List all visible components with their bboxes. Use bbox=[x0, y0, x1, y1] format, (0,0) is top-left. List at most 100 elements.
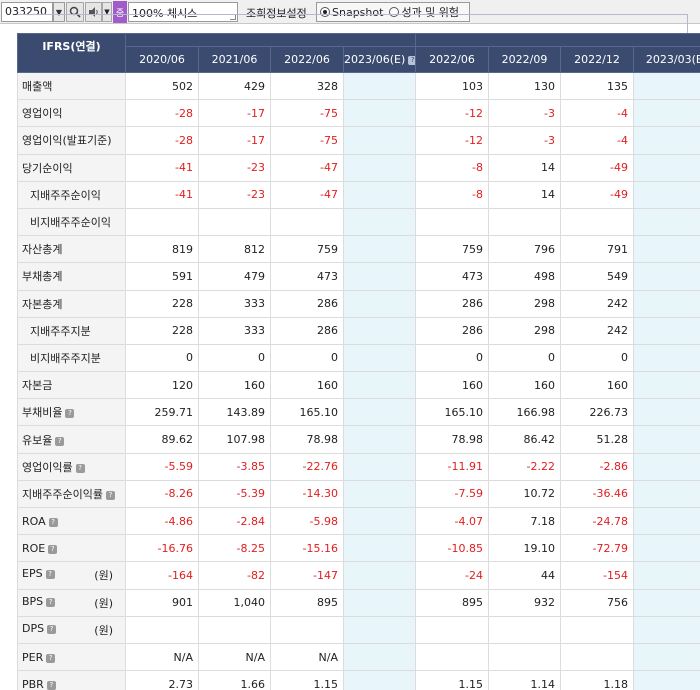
table-cell: 895 bbox=[270, 588, 344, 617]
row-label-text: 자본금 bbox=[22, 379, 53, 393]
table-cell: -17 bbox=[198, 126, 271, 155]
table-cell bbox=[415, 615, 489, 644]
help-icon[interactable]: ? bbox=[45, 570, 55, 580]
radio-snapshot-label: Snapshot bbox=[332, 5, 384, 19]
row-label: 부채비율? bbox=[17, 398, 126, 427]
radio-performance-risk[interactable]: 성과 및 위험 bbox=[389, 4, 459, 20]
table-row: 부채총계 591 479 473 473 498 549 bbox=[17, 262, 700, 291]
row-label-text: 부채비율 bbox=[22, 406, 63, 420]
row-label-text: 영업이익 bbox=[22, 107, 63, 121]
help-icon[interactable]: ? bbox=[46, 597, 56, 607]
table-cell: 473 bbox=[270, 262, 344, 291]
help-icon[interactable]: ? bbox=[48, 517, 58, 527]
row-label: 자본총계 bbox=[17, 289, 126, 318]
row-label: 당기순이익 bbox=[17, 153, 126, 182]
sound-dropdown-button[interactable]: ▼ bbox=[102, 2, 112, 22]
table-cell: 791 bbox=[560, 235, 634, 264]
annual-group-header bbox=[125, 33, 416, 47]
table-cell bbox=[633, 126, 700, 155]
column-header-label: 2020/06 bbox=[139, 53, 185, 66]
sound-button[interactable] bbox=[85, 2, 102, 22]
table-cell: 2.73 bbox=[125, 670, 199, 690]
table-cell: 479 bbox=[198, 262, 271, 291]
help-icon[interactable]: ? bbox=[48, 544, 58, 554]
table-cell: -5.98 bbox=[270, 506, 344, 536]
table-cell bbox=[415, 642, 489, 672]
help-icon[interactable]: ? bbox=[46, 680, 56, 690]
table-cell: 242 bbox=[560, 289, 634, 318]
table-cell: -75 bbox=[270, 99, 344, 128]
table-cell: 166.98 bbox=[488, 398, 561, 427]
radio-snapshot[interactable]: Snapshot bbox=[320, 6, 383, 19]
table-cell: 7.18 bbox=[488, 506, 561, 536]
table-cell: 591 bbox=[125, 262, 199, 291]
table-cell bbox=[270, 207, 344, 237]
radio-performance-risk-label: 성과 및 위험 bbox=[401, 6, 460, 19]
row-label: 매출액 bbox=[17, 71, 126, 101]
table-cell bbox=[343, 506, 416, 536]
table-cell bbox=[343, 126, 416, 155]
column-header-label: 2022/12 bbox=[574, 53, 620, 66]
column-header: 2023/06(E)? bbox=[343, 46, 416, 73]
table-cell: -49 bbox=[560, 180, 634, 209]
column-header-label: 2021/06 bbox=[211, 53, 258, 66]
help-icon[interactable]: ? bbox=[46, 653, 56, 663]
help-icon[interactable]: ? bbox=[105, 490, 115, 500]
table-cell bbox=[343, 71, 416, 101]
table-cell: -23 bbox=[198, 153, 271, 182]
table-cell: 160 bbox=[488, 371, 561, 400]
table-cell: 333 bbox=[198, 316, 271, 345]
radio-unselected-icon bbox=[389, 7, 400, 17]
help-icon[interactable]: ? bbox=[55, 436, 65, 446]
table-cell: -4.07 bbox=[415, 506, 489, 536]
row-label: 비지배주주순이익 bbox=[17, 207, 126, 237]
table-cell: 328 bbox=[270, 71, 344, 101]
financial-summary-grid[interactable]: IFRS(연결) 2020/06 2021/06 2022/06 2023/06(E)… bbox=[17, 33, 700, 690]
table-row: 영업이익(발표기준) -28 -17 -75 -12 -3 -4 bbox=[17, 126, 700, 155]
table-cell: -17 bbox=[198, 99, 271, 128]
table-cell: 549 bbox=[560, 262, 634, 291]
table-cell: -72.79 bbox=[560, 534, 634, 563]
table-cell bbox=[633, 506, 700, 536]
table-cell bbox=[633, 71, 700, 101]
help-icon[interactable]: ? bbox=[408, 56, 415, 65]
table-cell bbox=[343, 235, 416, 264]
help-icon[interactable]: ? bbox=[65, 409, 75, 419]
table-cell bbox=[343, 452, 416, 481]
search-button[interactable] bbox=[66, 2, 84, 22]
table-cell bbox=[343, 534, 416, 563]
zoom-tag[interactable]: 줌 bbox=[113, 1, 127, 23]
row-label: EPS? (원) bbox=[17, 561, 126, 590]
settings-label[interactable]: 조회정보설정 bbox=[246, 5, 307, 21]
table-cell: 0 bbox=[415, 343, 489, 373]
table-cell bbox=[343, 479, 416, 509]
table-cell bbox=[633, 452, 700, 481]
table-row: 지배주주순이익률? -8.26 -5.39 -14.30 -7.59 10.72 -36.4… bbox=[17, 479, 700, 509]
stock-code-dropdown-button[interactable]: ▼ bbox=[53, 2, 65, 22]
table-cell: -47 bbox=[270, 153, 344, 182]
column-header: 2022/12 bbox=[560, 46, 634, 73]
table-cell: 44 bbox=[488, 561, 561, 590]
column-header-label: 2022/06 bbox=[284, 53, 330, 66]
table-row: EPS? (원) -164 -82 -147 -24 44 -154 bbox=[17, 561, 700, 590]
table-cell: -16.76 bbox=[125, 534, 199, 563]
table-cell: 160 bbox=[560, 371, 634, 400]
company-name-field[interactable]: 100% 체시스 bbox=[128, 2, 238, 22]
table-cell: 1.15 bbox=[270, 670, 344, 690]
row-label-text: 지배주주순이익 bbox=[30, 188, 101, 202]
table-cell bbox=[198, 615, 271, 644]
view-option-group: Snapshot 성과 및 위험 bbox=[316, 2, 470, 22]
help-icon[interactable]: ? bbox=[47, 624, 57, 634]
row-label-text: 비지배주주지분 bbox=[30, 351, 101, 365]
table-cell: -11.91 bbox=[415, 452, 489, 481]
table-cell: -49 bbox=[560, 153, 634, 182]
table-cell bbox=[633, 371, 700, 400]
help-icon[interactable]: ? bbox=[75, 463, 85, 473]
table-cell: 0 bbox=[198, 343, 271, 373]
toolbar: 033250 ▼ ▼ 줌 100% 체시스 조회정보설정 Snapshot 성과… bbox=[0, 0, 700, 24]
stock-code-input[interactable]: 033250 bbox=[1, 2, 53, 22]
column-header: 2021/06 bbox=[198, 46, 271, 73]
row-label: PER? bbox=[17, 642, 126, 672]
table-cell: -3.85 bbox=[198, 452, 271, 481]
table-cell: 242 bbox=[560, 316, 634, 345]
